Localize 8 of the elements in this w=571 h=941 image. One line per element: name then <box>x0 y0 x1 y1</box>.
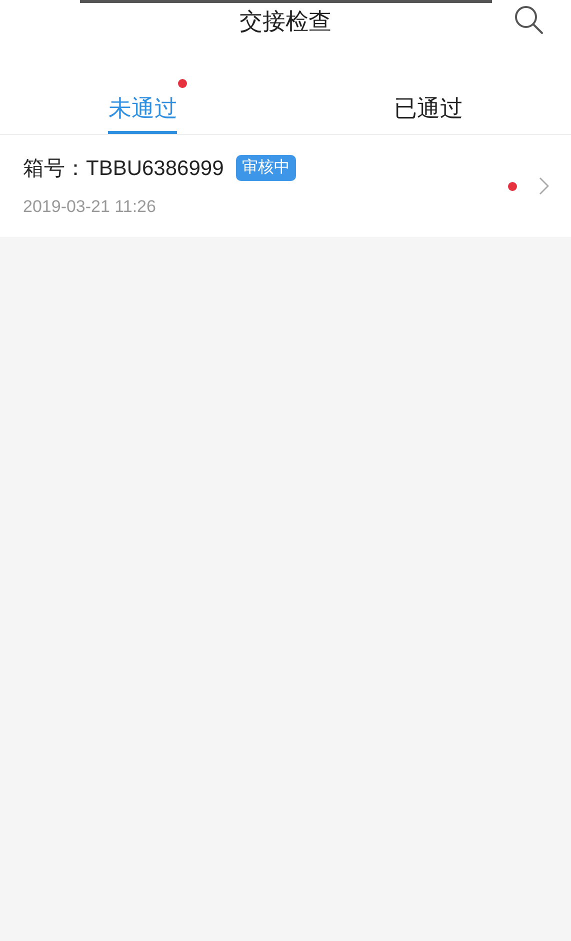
chevron-right-icon <box>539 177 549 195</box>
page-title: 交接检查 <box>240 7 332 36</box>
status-tag: 审核中 <box>236 155 296 182</box>
list-item[interactable]: 箱号：TBBU6386999 审核中 2019-03-21 11:26 <box>0 135 571 237</box>
container-number: 箱号：TBBU6386999 <box>23 156 224 182</box>
tab[interactable]: 已通过 <box>394 58 463 134</box>
search-icon[interactable] <box>514 5 544 35</box>
timestamp: 2019-03-21 11:26 <box>23 196 157 218</box>
